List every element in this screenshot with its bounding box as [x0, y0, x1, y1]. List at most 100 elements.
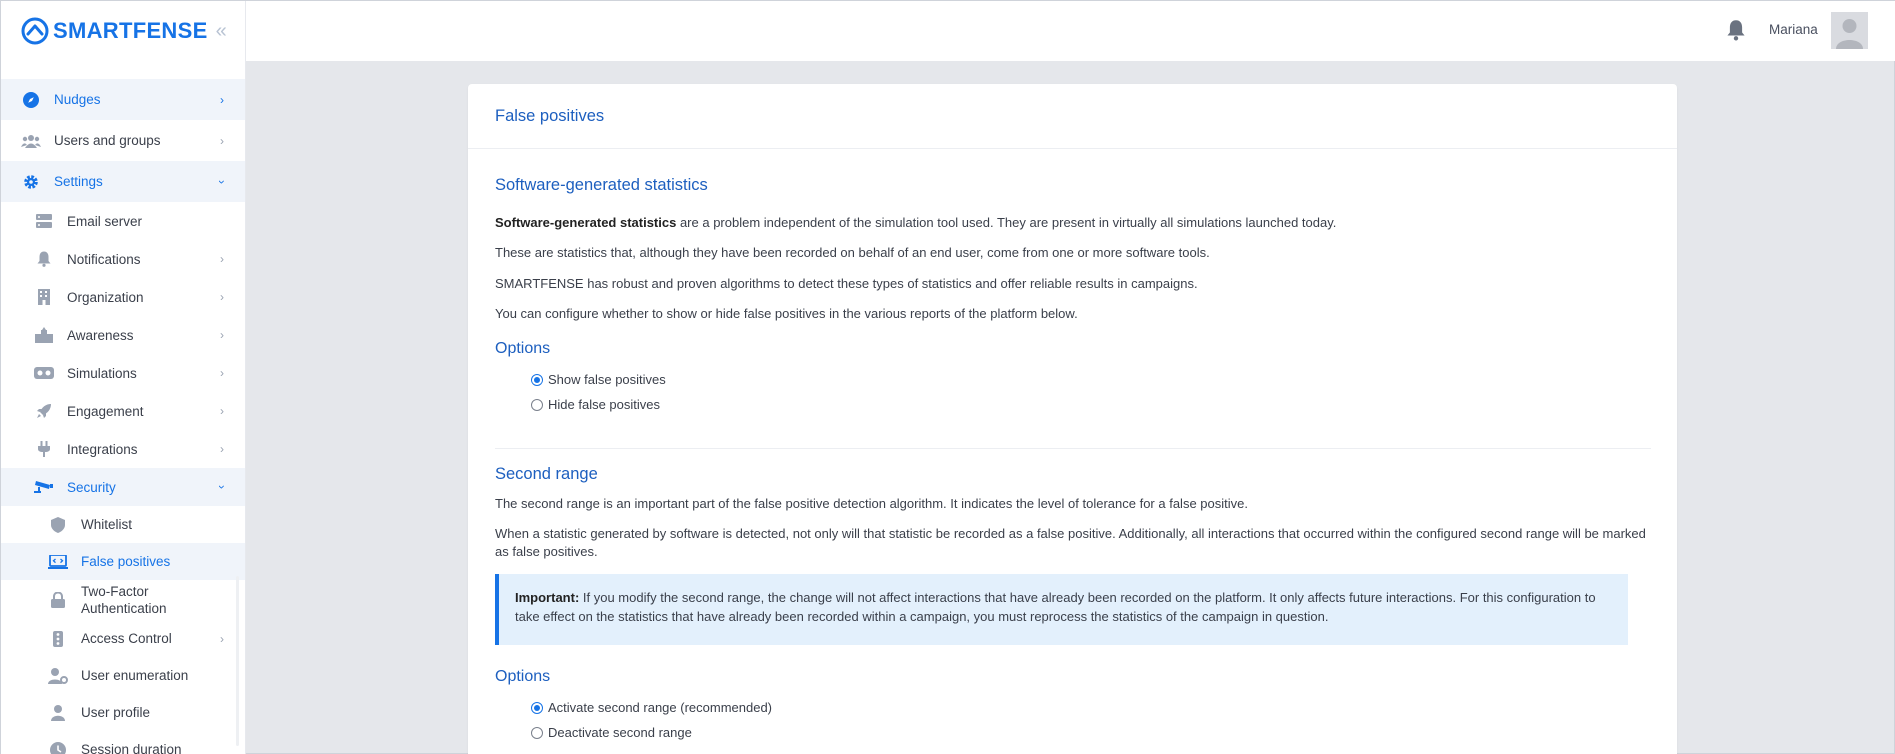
sidebar-item-label: Whitelist — [81, 517, 133, 532]
bell-icon — [34, 249, 54, 269]
sidebar-item-awareness[interactable]: Awareness › — [1, 316, 245, 354]
shield-icon — [48, 515, 68, 535]
sidebar-item-false-positives[interactable]: False positives — [1, 543, 245, 580]
paragraph-intro: Software-generated statistics are a prob… — [495, 214, 1651, 232]
laptop-code-icon — [48, 552, 68, 572]
paragraph-text: You can configure whether to show or hid… — [495, 306, 1078, 321]
section-heading-software-statistics: Software-generated statistics — [495, 176, 1651, 195]
compass-icon — [21, 90, 41, 110]
sidebar-item-label: Awareness — [67, 327, 134, 343]
chevron-right-icon: › — [220, 92, 224, 107]
sidebar-item-settings[interactable]: Settings › — [1, 161, 245, 202]
sidebar: SMARTFENSE « Nudges › Users and groups ›… — [1, 1, 246, 754]
sidebar-item-simulations[interactable]: Simulations › — [1, 354, 245, 392]
sidebar-item-users-and-groups[interactable]: Users and groups › — [1, 120, 245, 161]
user-name[interactable]: Mariana — [1769, 22, 1818, 37]
sidebar-item-notifications[interactable]: Notifications › — [1, 240, 245, 278]
sidebar-item-label: Session duration — [81, 742, 182, 754]
avatar[interactable] — [1831, 12, 1868, 49]
chevron-right-icon: › — [220, 328, 224, 342]
sidebar-item-organization[interactable]: Organization › — [1, 278, 245, 316]
sidebar-item-session-duration[interactable]: Session duration — [1, 731, 245, 754]
chevron-right-icon: › — [220, 252, 224, 266]
logo-row: SMARTFENSE « — [1, 1, 245, 61]
radio-button-checked[interactable] — [531, 373, 543, 386]
chevron-right-icon: › — [220, 631, 224, 646]
sidebar-item-user-enumeration[interactable]: User enumeration — [1, 657, 245, 694]
paragraph: The second range is an important part of… — [495, 495, 1651, 513]
sidebar-item-label: Security — [67, 479, 116, 495]
card-header: False positives — [468, 84, 1677, 149]
paragraph: SMARTFENSE has robust and proven algorit… — [495, 275, 1651, 293]
sidebar-item-label: Nudges — [54, 92, 101, 107]
sidebar-item-label: Simulations — [67, 365, 137, 381]
paragraph-text: SMARTFENSE has robust and proven algorit… — [495, 276, 1198, 291]
sidebar-item-label: Integrations — [67, 441, 138, 457]
sidebar-item-label: Notifications — [67, 251, 141, 267]
sidebar-item-label: False positives — [81, 554, 171, 569]
collapse-sidebar-icon[interactable]: « — [216, 21, 227, 41]
chevron-down-icon: › — [215, 179, 229, 184]
section-heading: Second range — [495, 465, 598, 483]
traffic-light-icon — [48, 629, 68, 649]
paragraph: You can configure whether to show or hid… — [495, 305, 1651, 323]
sidebar-item-label: Users and groups — [54, 133, 161, 148]
paragraph: These are statistics that, although they… — [495, 244, 1651, 262]
user-icon — [48, 703, 68, 723]
paragraph-text: These are statistics that, although they… — [495, 245, 1210, 260]
radio-label[interactable]: Show false positives — [548, 372, 666, 387]
radio-deactivate-second-range[interactable]: Deactivate second range — [531, 725, 692, 740]
radio-label[interactable]: Deactivate second range — [548, 725, 692, 740]
alert-label: Important: — [515, 590, 580, 605]
options-heading: Options — [495, 340, 1651, 358]
building-icon — [34, 287, 54, 307]
sidebar-item-nudges[interactable]: Nudges › — [1, 79, 245, 120]
user-gear-icon — [48, 666, 68, 686]
awareness-icon — [34, 325, 54, 345]
sidebar-item-label: User profile — [81, 705, 151, 720]
plug-icon — [34, 439, 54, 459]
paragraph-text: When a statistic generated by software i… — [495, 526, 1646, 559]
notifications-bell-icon[interactable] — [1726, 19, 1746, 41]
sidebar-scrollbar[interactable] — [236, 576, 239, 746]
section-heading: Software-generated statistics — [495, 176, 708, 194]
smartfense-logo-icon[interactable] — [21, 17, 49, 45]
sidebar-item-security[interactable]: Security › — [1, 468, 245, 506]
main-card: False positives Software-generated stati… — [468, 84, 1677, 754]
radio-label[interactable]: Activate second range (recommended) — [548, 700, 772, 715]
sidebar-item-label: Access Control — [81, 631, 172, 646]
paragraph: When a statistic generated by software i… — [495, 525, 1651, 561]
sidebar-item-user-profile[interactable]: User profile — [1, 694, 245, 731]
options-heading-text: Options — [495, 340, 551, 357]
page-title: False positives — [495, 107, 605, 125]
rocket-icon — [34, 401, 54, 421]
sidebar-item-whitelist[interactable]: Whitelist — [1, 506, 245, 543]
cctv-icon — [34, 477, 54, 497]
chevron-right-icon: › — [220, 442, 224, 456]
section-heading-second-range: Second range — [495, 465, 1651, 484]
topbar — [246, 1, 1895, 61]
sidebar-item-integrations[interactable]: Integrations › — [1, 430, 245, 468]
radio-button[interactable] — [531, 726, 543, 739]
bold-term: Software-generated statistics — [495, 215, 677, 230]
sidebar-item-two-factor-authentication[interactable]: Two-Factor Authentication — [1, 580, 245, 620]
sidebar-item-label: Organization — [67, 289, 144, 305]
paragraph-text: The second range is an important part of… — [495, 496, 1248, 511]
radio-hide-false-positives[interactable]: Hide false positives — [531, 397, 660, 412]
sidebar-item-email-server[interactable]: Email server — [1, 202, 245, 240]
radio-button[interactable] — [531, 398, 543, 411]
radio-label[interactable]: Hide false positives — [548, 397, 660, 412]
chevron-right-icon: › — [220, 366, 224, 380]
radio-activate-second-range[interactable]: Activate second range (recommended) — [531, 700, 772, 715]
radio-button-checked[interactable] — [531, 701, 543, 714]
sidebar-item-engagement[interactable]: Engagement › — [1, 392, 245, 430]
sidebar-item-access-control[interactable]: Access Control › — [1, 620, 245, 657]
server-icon — [34, 211, 54, 231]
radio-show-false-positives[interactable]: Show false positives — [531, 372, 666, 387]
vr-goggles-icon — [34, 363, 54, 383]
alert-text: If you modify the second range, the chan… — [515, 590, 1596, 624]
sidebar-nav: Nudges › Users and groups › Settings › E… — [1, 79, 245, 754]
brand-name[interactable]: SMARTFENSE — [53, 18, 208, 44]
options-heading: Options — [495, 668, 1651, 686]
sidebar-item-label: Two-Factor Authentication — [81, 584, 167, 616]
